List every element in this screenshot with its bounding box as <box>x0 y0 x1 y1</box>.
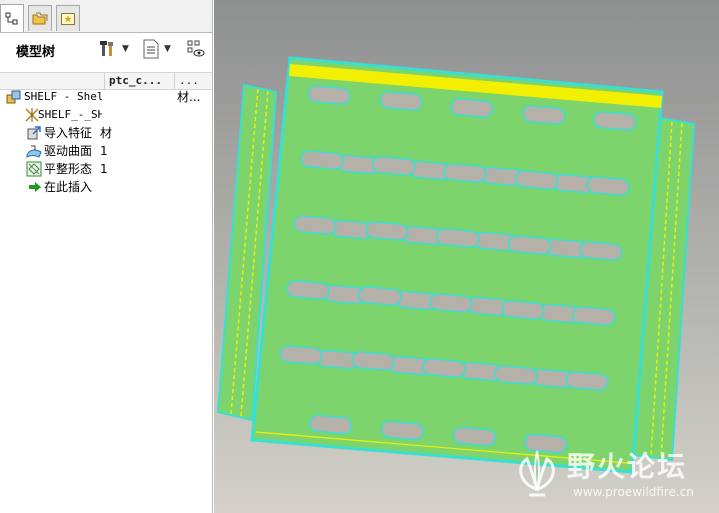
model-tree-panel: 模型树 ▼ ▼ ptc_c... ... SHELF - Shelf 材... … <box>0 0 213 513</box>
slot-cutout <box>501 300 545 320</box>
slot-cutout <box>572 306 616 326</box>
tree-row-label: SHELF_-_SH <box>38 108 102 121</box>
slot-cutout <box>286 280 330 300</box>
chevron-down-icon: ▼ <box>164 44 171 54</box>
chevron-down-icon: ▼ <box>122 44 129 54</box>
slot-cutout <box>308 414 353 435</box>
tree-row-value: 材... <box>177 90 201 104</box>
slot-cutout <box>372 156 416 176</box>
shelf-part[interactable] <box>216 56 696 474</box>
watermark-url: www.proewildfire.cn <box>573 485 694 499</box>
column-tree[interactable] <box>0 73 104 89</box>
tree-row-value: 材 <box>100 126 113 140</box>
slot-cutout <box>422 358 466 378</box>
show-dropdown-button[interactable]: ▼ <box>142 39 171 59</box>
slot-cutout <box>443 163 487 183</box>
tab-model-tree[interactable] <box>0 4 24 32</box>
slot-cutout <box>494 365 538 385</box>
model-tree-toolbar: 模型树 ▼ ▼ <box>0 33 212 65</box>
slot-cutout <box>436 228 480 248</box>
slot-cutout <box>307 85 351 105</box>
slot-cutout <box>452 426 497 447</box>
tab-favorites[interactable] <box>56 5 80 31</box>
slot-cutout <box>279 345 323 365</box>
slot-cutout <box>358 286 402 306</box>
slot-cutout <box>300 150 344 170</box>
navigator-tabs <box>0 0 212 33</box>
slot-cutout <box>593 111 637 131</box>
tab-folder-browser[interactable] <box>28 5 52 31</box>
flat-state-icon <box>26 161 42 177</box>
model-tree-title: 模型树 <box>16 45 56 60</box>
slot-cutout <box>579 241 623 261</box>
settings-dropdown-button[interactable]: ▼ <box>98 39 129 59</box>
slot-cutout <box>508 235 552 255</box>
tree-row-csys[interactable]: SHELF_-_SH <box>0 106 212 124</box>
flower-logo-icon <box>519 450 555 497</box>
settings-hammer-icon <box>100 41 113 56</box>
slot-cutout <box>365 221 409 241</box>
slot-cutout <box>515 170 559 190</box>
watermark: 野火论坛 www.proewildfire.cn <box>505 443 715 509</box>
slot-cutout <box>522 105 566 125</box>
tree-row-label: 驱动曲面 <box>44 144 93 158</box>
slot-cutout <box>429 293 473 313</box>
column-ptc-common-name[interactable]: ptc_c... <box>104 73 174 89</box>
tree-row-label: SHELF - Shelf <box>24 90 102 103</box>
folder-browser-icon <box>32 12 48 24</box>
slot-cutout <box>293 215 337 235</box>
slot-cutout <box>450 98 494 118</box>
tree-row-value: 1 <box>100 162 108 176</box>
driving-surface-icon <box>26 145 42 158</box>
favorites-icon <box>61 12 75 25</box>
tree-row-label: 平整形态 <box>44 162 93 176</box>
column-more[interactable]: ... <box>174 73 212 89</box>
tree-row-label: 导入特征 <box>44 126 93 140</box>
import-feature-icon <box>27 126 41 140</box>
tree-row-driving-surface[interactable]: 驱动曲面 1 <box>0 142 212 160</box>
show-list-icon <box>143 39 159 59</box>
tree-row-flat-state[interactable]: 平整形态 1 <box>0 160 212 178</box>
tree-row-label: 在此插入 <box>44 180 93 194</box>
tree-row-insert-here[interactable]: 在此插入 <box>0 178 212 196</box>
filter-view-icon <box>187 40 205 57</box>
slot-cutout <box>379 91 423 111</box>
insert-here-arrow-icon <box>29 182 41 192</box>
filter-button[interactable] <box>186 39 206 59</box>
tree-row-import-feature[interactable]: 导入特征 材 <box>0 124 212 142</box>
model-tree: SHELF - Shelf 材... SHELF_-_SH 导入特征 材 驱动曲… <box>0 88 212 196</box>
slot-cutout <box>351 351 395 371</box>
slot-cutout <box>586 176 630 196</box>
model-tree-icon <box>5 12 18 24</box>
slot-cutout <box>565 371 609 391</box>
watermark-title: 野火论坛 <box>567 450 688 483</box>
graphics-viewport[interactable]: 野火论坛 www.proewildfire.cn <box>214 0 719 513</box>
slot-cutout <box>380 420 425 441</box>
part-icon <box>6 90 21 104</box>
sheetmetal-shelf-model[interactable] <box>214 0 719 513</box>
tree-row-value: 1 <box>100 144 108 158</box>
tree-row-part[interactable]: SHELF - Shelf 材... <box>0 88 212 106</box>
